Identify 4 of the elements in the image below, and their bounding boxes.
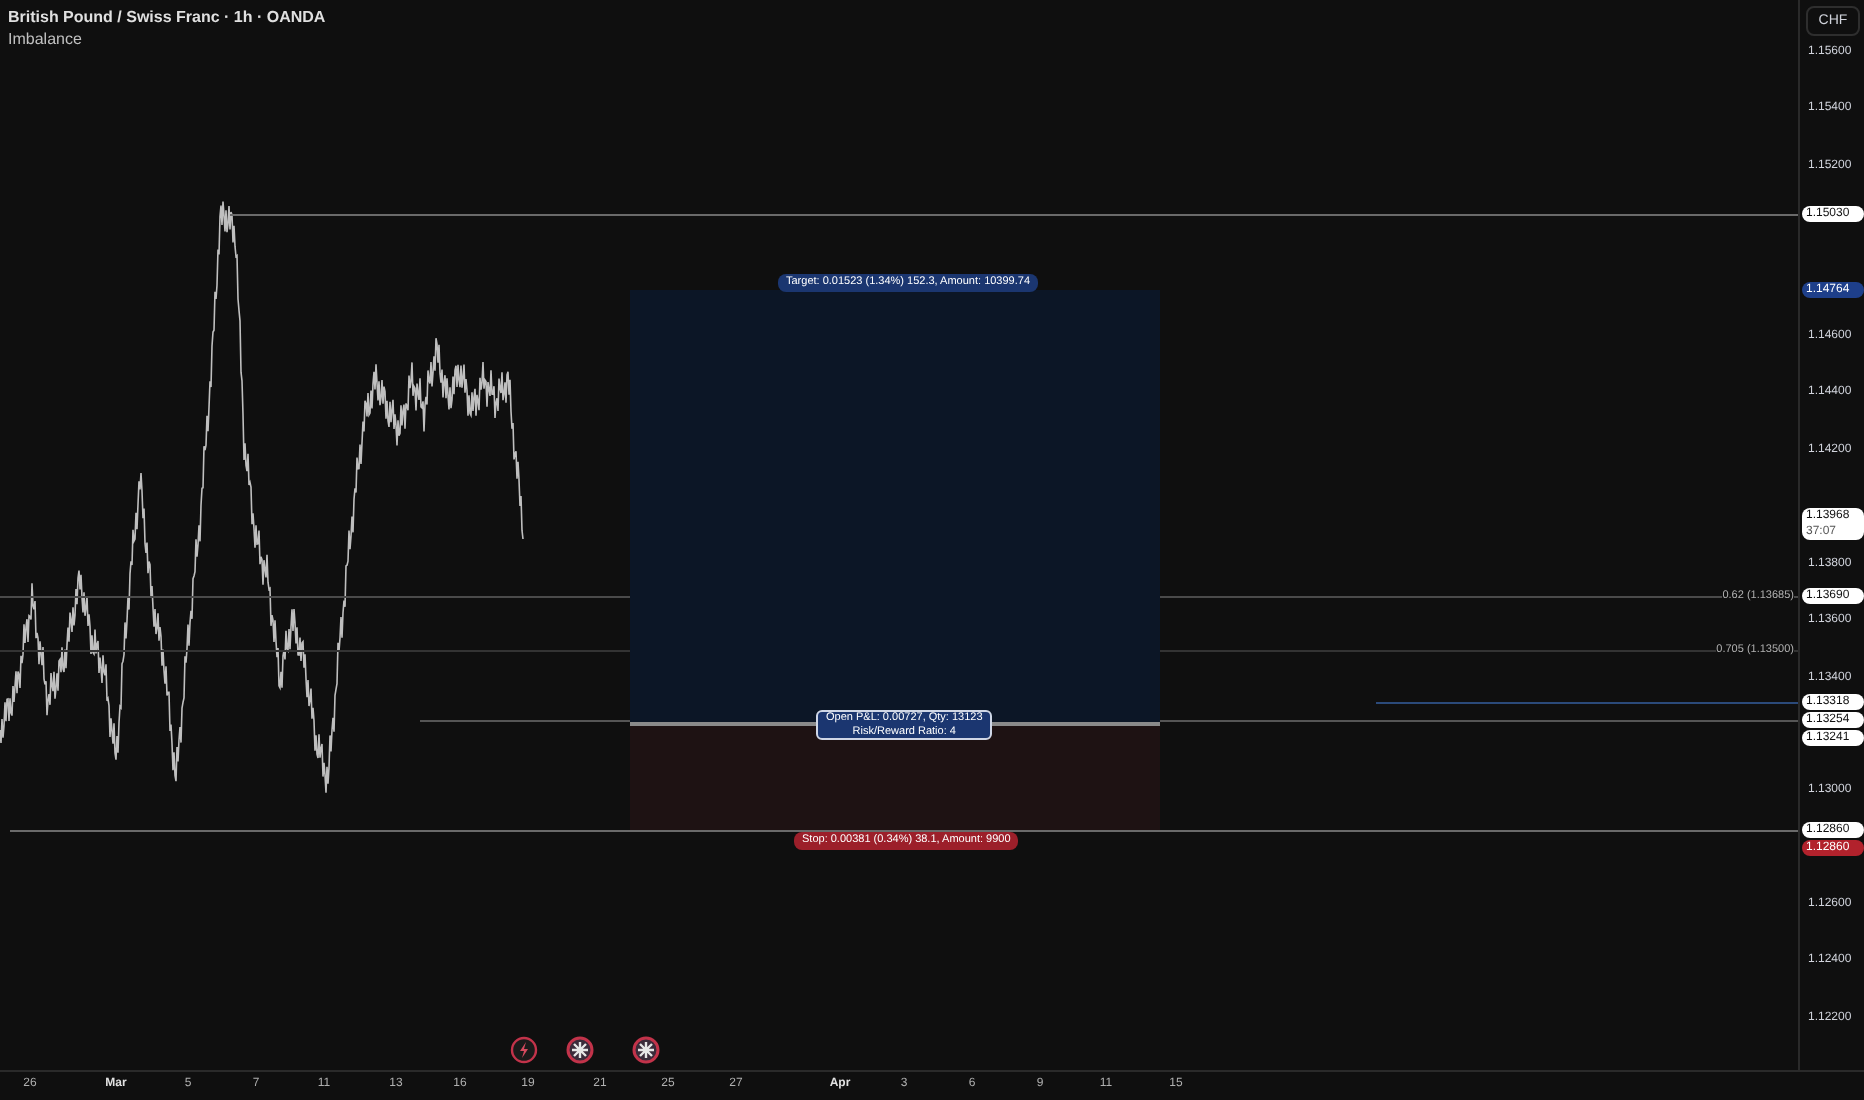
indicator-label[interactable]: Imbalance (8, 28, 326, 50)
loss-zone[interactable] (630, 722, 1160, 830)
lightning-icon[interactable] (510, 1036, 538, 1064)
symbol-title[interactable]: British Pound / Swiss Franc · 1h · OANDA (8, 6, 326, 28)
